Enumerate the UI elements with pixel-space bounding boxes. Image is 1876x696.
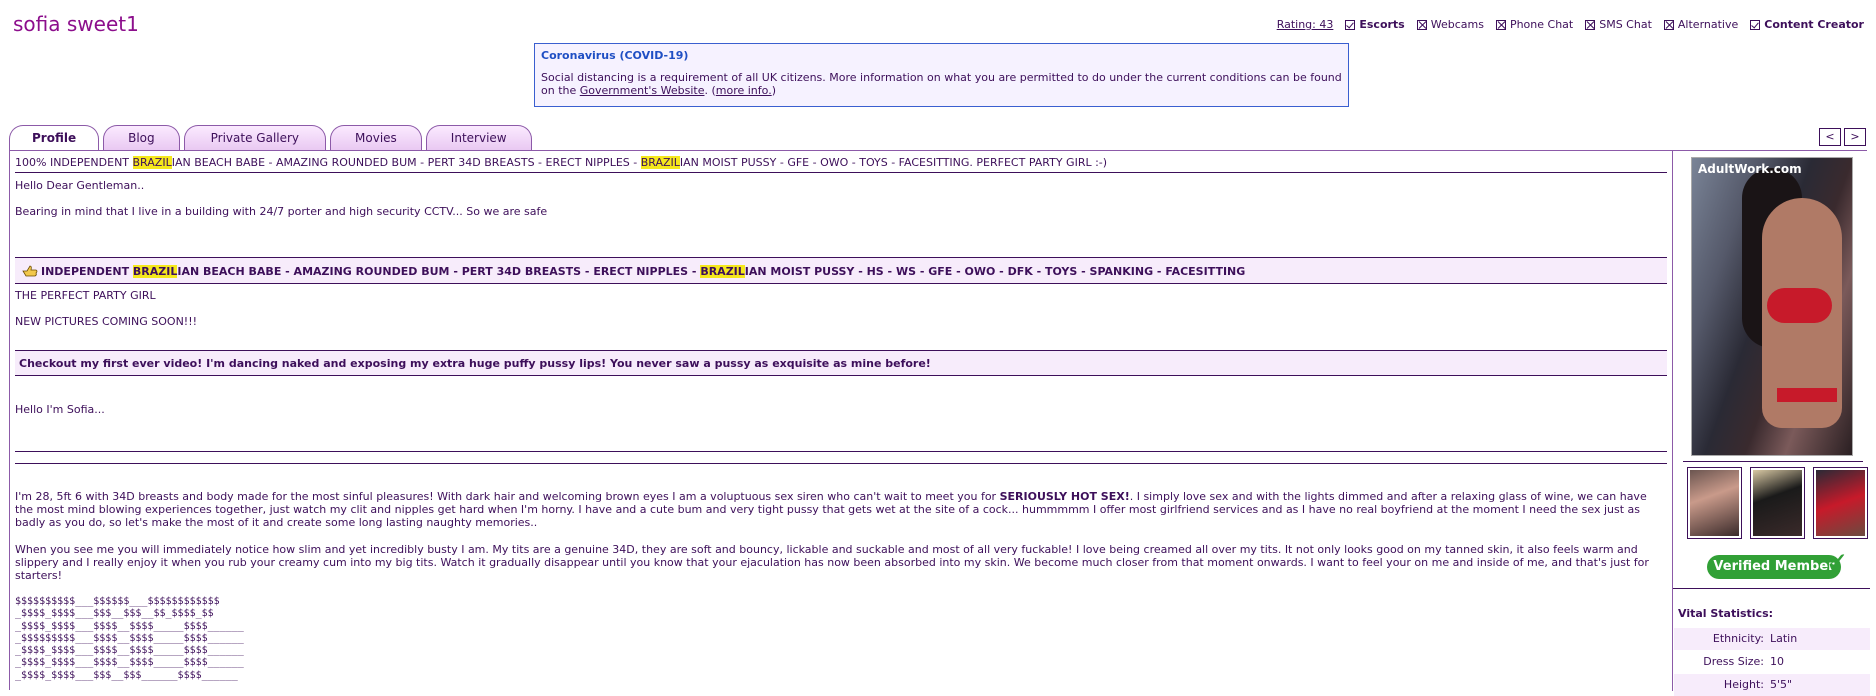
nav-sms-chat-label: SMS Chat: [1599, 18, 1652, 31]
search-highlight: BRAZIL: [132, 265, 178, 278]
profile-username: sofia sweet1: [13, 12, 139, 36]
covid-notice: Coronavirus (COVID-19) Social distancing…: [534, 43, 1349, 107]
dollar-ascii-art: $$$$$$$$$$___$$$$$$___$$$$$$$$$$$$ _$$$$…: [15, 596, 244, 681]
checkbox-cross-icon: [1663, 19, 1674, 30]
tab-movies[interactable]: Movies: [330, 125, 422, 150]
checkbox-cross-icon: [1495, 19, 1506, 30]
tab-interview[interactable]: Interview: [425, 125, 532, 150]
party-text: THE PERFECT PARTY GIRL: [15, 289, 156, 302]
photo-lingerie-shape: [1767, 288, 1832, 323]
nav-sms-chat[interactable]: SMS Chat: [1585, 18, 1652, 31]
profile-content: 100% INDEPENDENT BRAZILIAN BEACH BABE - …: [15, 154, 1667, 681]
nav-escorts[interactable]: Escorts: [1345, 18, 1405, 31]
verified-member-badge: Verified Member ✓: [1707, 549, 1849, 579]
nav-content-creator[interactable]: Content Creator: [1750, 18, 1864, 31]
checkbox-checked-icon: [1345, 19, 1356, 30]
services-box-row: INDEPENDENT BRAZILIAN BEACH BABE - AMAZI…: [15, 257, 1667, 284]
greeting-text: Hello Dear Gentleman..: [15, 179, 145, 192]
stat-value: 5'5": [1770, 678, 1793, 691]
pager: < >: [1819, 128, 1866, 146]
nav-escorts-label: Escorts: [1359, 18, 1405, 31]
more-info-link[interactable]: more info.: [716, 84, 772, 97]
search-highlight: BRAZIL: [640, 156, 680, 169]
divider: [1683, 461, 1863, 462]
checkbox-checked-icon: [1750, 19, 1761, 30]
thumbnail-1[interactable]: [1687, 467, 1742, 539]
video-promo-text: Checkout my first ever video! I'm dancin…: [15, 350, 1667, 376]
about-paragraph-1: I'm 28, 5ft 6 with 34D breasts and body …: [15, 490, 1667, 529]
security-text: Bearing in mind that I live in a buildin…: [15, 205, 548, 218]
divider: [15, 451, 1667, 452]
verified-label: Verified Member: [1713, 559, 1835, 574]
thumbs-up-icon: [22, 265, 38, 277]
vital-statistics-title: Vital Statistics:: [1678, 607, 1774, 620]
services-box: INDEPENDENT BRAZILIAN BEACH BABE - AMAZI…: [15, 257, 1667, 328]
services-part: INDEPENDENT: [41, 265, 133, 278]
notice-body: Social distancing is a requirement of al…: [541, 71, 1342, 97]
services-part: IAN MOIST PUSSY - HS - WS - GFE - OWO - …: [744, 265, 1246, 278]
profile-frame: 100% INDEPENDENT BRAZILIAN BEACH BABE - …: [9, 150, 1870, 696]
notice-text3: ): [771, 84, 776, 97]
photo-thumbnails: [1687, 467, 1868, 539]
stat-value: Latin: [1770, 632, 1798, 645]
stat-label: Ethnicity:: [1712, 632, 1764, 645]
video-box: Checkout my first ever video! I'm dancin…: [15, 350, 1667, 376]
stat-label: Dress Size:: [1703, 655, 1764, 668]
stat-row: Height: 5'5": [1674, 674, 1870, 696]
thumbnail-image: [1690, 470, 1739, 536]
about-text: I'm 28, 5ft 6 with 34D breasts and body …: [15, 490, 1000, 503]
divider: [1673, 588, 1870, 589]
checkbox-cross-icon: [1585, 19, 1596, 30]
services-part: IAN BEACH BABE - AMAZING ROUNDED BUM - P…: [177, 265, 701, 278]
prev-button[interactable]: <: [1819, 128, 1841, 146]
profile-tabs: Profile Blog Private Gallery Movies Inte…: [9, 125, 532, 150]
nav-phone-chat-label: Phone Chat: [1509, 18, 1574, 31]
search-highlight: BRAZIL: [132, 156, 172, 169]
rating-link[interactable]: Rating: 43: [1277, 18, 1334, 31]
search-highlight: BRAZIL: [700, 265, 745, 278]
thumbnail-2[interactable]: [1750, 467, 1805, 539]
top-bar: sofia sweet1 Rating: 43 Escorts Webcams …: [0, 0, 1876, 42]
nav-content-creator-label: Content Creator: [1764, 18, 1864, 31]
stat-label: Height:: [1723, 678, 1764, 691]
checkbox-cross-icon: [1416, 19, 1427, 30]
tab-blog[interactable]: Blog: [103, 125, 180, 150]
stat-row: Dress Size: 10: [1674, 651, 1870, 673]
next-button[interactable]: >: [1844, 128, 1866, 146]
government-website-link[interactable]: Government's Website: [580, 84, 705, 97]
nav-webcams[interactable]: Webcams: [1416, 18, 1484, 31]
nav-webcams-label: Webcams: [1430, 18, 1484, 31]
main-profile-photo[interactable]: AdultWork.com: [1691, 157, 1853, 456]
photo-watermark: AdultWork.com: [1698, 162, 1802, 176]
new-pictures-text: NEW PICTURES COMING SOON!!!: [15, 315, 198, 328]
stat-row: Ethnicity: Latin: [1674, 628, 1870, 650]
headline-part: IAN BEACH BABE - AMAZING ROUNDED BUM - P…: [171, 156, 641, 169]
profile-sidebar: AdultWork.com Verified Member ✓ Vital St…: [1672, 151, 1870, 696]
divider: [15, 463, 1667, 464]
nav-phone-chat[interactable]: Phone Chat: [1495, 18, 1574, 31]
headline-part: 100% INDEPENDENT: [15, 156, 133, 169]
headline-part: IAN MOIST PUSSY - GFE - OWO - TOYS - FAC…: [679, 156, 1108, 169]
photo-lingerie-shape: [1777, 388, 1837, 402]
thumbnail-image: [1816, 470, 1865, 536]
about-paragraph-2: When you see me you will immediately not…: [15, 543, 1649, 582]
hello-text: Hello I'm Sofia...: [15, 403, 105, 416]
nav-alternative[interactable]: Alternative: [1663, 18, 1739, 31]
notice-text2: . (: [704, 84, 716, 97]
category-nav: Rating: 43 Escorts Webcams Phone Chat SM…: [1277, 18, 1864, 31]
notice-title: Coronavirus (COVID-19): [541, 49, 689, 62]
stat-value: 10: [1770, 655, 1784, 668]
tab-profile[interactable]: Profile: [9, 125, 100, 150]
about-emphasis: SERIOUSLY HOT SEX!: [999, 490, 1130, 503]
thumbnail-3[interactable]: [1813, 467, 1868, 539]
checkmark-icon: ✓: [1825, 546, 1849, 579]
tab-private-gallery[interactable]: Private Gallery: [183, 125, 327, 150]
nav-alternative-label: Alternative: [1677, 18, 1739, 31]
thumbnail-image: [1753, 470, 1802, 536]
profile-headline: 100% INDEPENDENT BRAZILIAN BEACH BABE - …: [15, 154, 1667, 173]
